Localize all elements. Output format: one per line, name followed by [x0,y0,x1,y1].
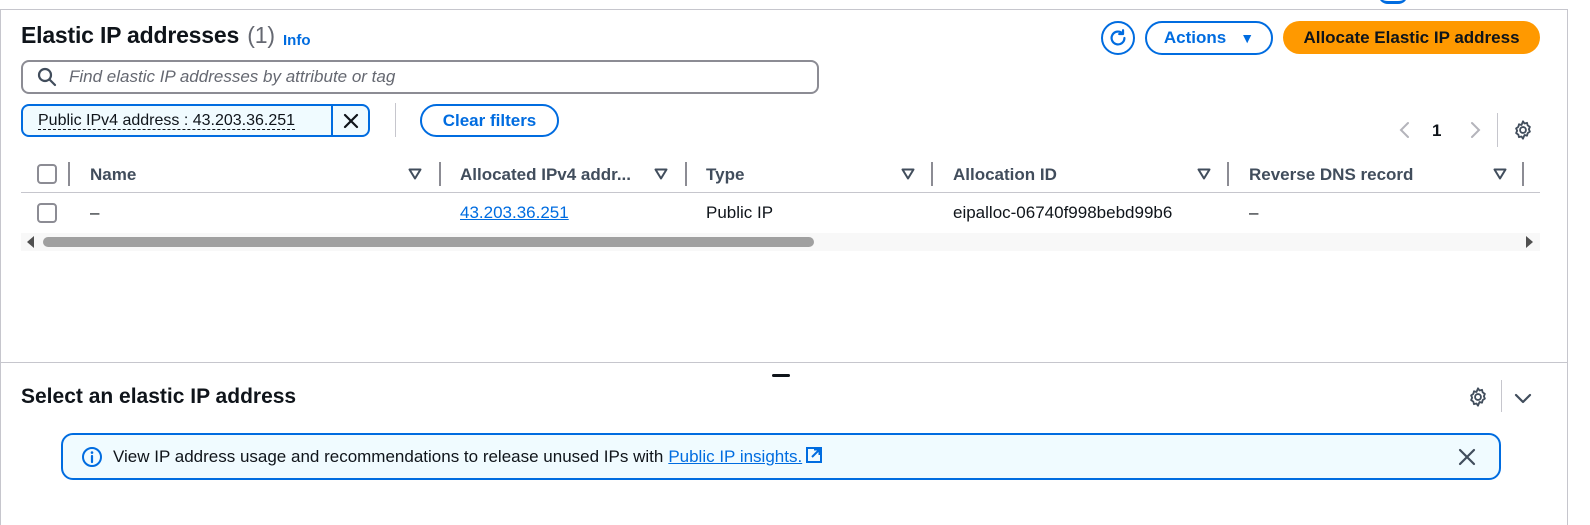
cell-type: Public IP [706,203,774,222]
actions-button[interactable]: Actions ▼ [1145,21,1273,55]
scrollbar-thumb[interactable] [43,237,814,247]
split-panel-resize-handle[interactable] [772,374,790,377]
panel-right-border [1567,9,1568,525]
column-resizer[interactable] [685,162,687,186]
scroll-left-arrow-icon[interactable] [27,236,34,248]
filter-token-label[interactable]: Public IPv4 address : 43.203.36.251 [23,111,331,130]
alert-link-label: Public IP insights. [668,447,803,466]
column-resizer[interactable] [931,162,933,186]
actions-label: Actions [1163,28,1227,47]
table-header: Name Allocated IPv4 addr... Type Allocat… [21,158,1540,193]
chevron-right-icon[interactable] [1466,120,1484,140]
cell-reverse-dns: – [1249,203,1259,222]
page-title-text: Elastic IP addresses [21,22,240,48]
column-header-type[interactable]: Type [706,165,744,185]
chevron-left-icon[interactable] [1396,120,1414,140]
panel-left-border [0,9,1,525]
column-header-reverse-dns[interactable]: Reverse DNS record [1249,165,1413,185]
column-resizer[interactable] [439,162,441,186]
cell-ipv4-link[interactable]: 43.203.36.251 [460,203,569,223]
scroll-right-arrow-icon[interactable] [1526,236,1533,248]
cell-name: – [90,203,100,222]
search-icon [37,67,57,87]
current-page[interactable]: 1 [1432,121,1441,141]
caret-down-icon: ▼ [1240,30,1255,46]
column-header-ipv4[interactable]: Allocated IPv4 addr... [460,165,631,185]
alert-text: View IP address usage and recommendation… [113,446,664,466]
column-divider [68,162,70,186]
divider [1497,113,1498,147]
close-icon [343,113,358,128]
top-edge-indicator [1378,0,1408,4]
sort-icon[interactable] [1493,168,1507,180]
divider [395,103,396,137]
search-input[interactable] [69,67,789,87]
filter-token: Public IPv4 address : 43.203.36.251 [21,104,370,137]
allocate-elastic-ip-button[interactable]: Allocate Elastic IP address [1283,21,1540,54]
cell-allocation-id: eipalloc-06740f998bebd99b6 [953,203,1173,222]
table-row[interactable]: – 43.203.36.251 Public IP eipalloc-06740… [21,194,1540,230]
refresh-icon [1110,29,1126,46]
split-panel-title: Select an elastic IP address [21,385,297,408]
external-link-icon [805,446,823,464]
column-header-name[interactable]: Name [90,165,136,185]
info-link[interactable]: Info [283,32,311,49]
column-header-allocation-id[interactable]: Allocation ID [953,165,1057,185]
sort-icon[interactable] [901,168,915,180]
column-resizer[interactable] [1227,162,1229,186]
info-alert: View IP address usage and recommendation… [61,433,1501,480]
divider [1501,380,1502,412]
row-checkbox[interactable] [37,203,57,223]
search-box[interactable] [21,60,819,94]
panel-top-border [0,9,1568,10]
public-ip-insights-link[interactable]: Public IP insights. [668,446,823,467]
refresh-button[interactable] [1101,21,1135,55]
gear-icon[interactable] [1467,386,1489,408]
remove-filter-button[interactable] [331,106,368,135]
select-all-checkbox[interactable] [37,164,57,184]
column-resizer[interactable] [1522,162,1524,186]
close-icon[interactable] [1457,447,1477,467]
sort-icon[interactable] [408,168,422,180]
chevron-down-icon[interactable] [1512,387,1534,409]
page-title: Elastic IP addresses (1) [21,22,275,49]
info-icon [81,446,103,468]
item-count: (1) [247,22,275,48]
filter-token-text: Public IPv4 address : 43.203.36.251 [38,111,296,130]
clear-filters-button[interactable]: Clear filters [420,104,559,137]
horizontal-scrollbar[interactable] [21,233,1540,251]
split-panel-border [0,362,1568,363]
sort-icon[interactable] [1197,168,1211,180]
gear-icon[interactable] [1512,119,1534,141]
sort-icon[interactable] [654,168,668,180]
